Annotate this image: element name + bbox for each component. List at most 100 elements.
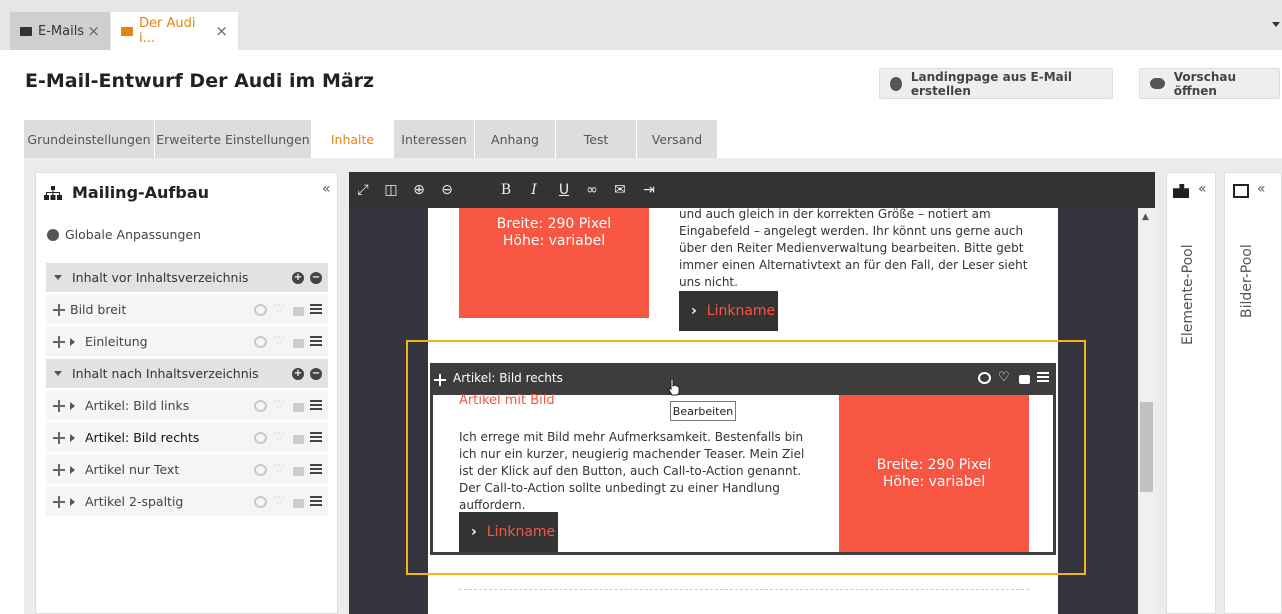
tree-item[interactable]: Artikel: Bild links ♡: [46, 391, 328, 420]
tab-versand[interactable]: Versand: [637, 120, 718, 158]
heart-icon[interactable]: ♡: [998, 371, 1012, 384]
section-row[interactable]: Inhalt vor Inhaltsverzeichnis + −: [46, 263, 328, 292]
heart-icon[interactable]: ♡: [273, 463, 287, 476]
list-indent-icon[interactable]: [1037, 372, 1049, 384]
heart-icon[interactable]: ♡: [273, 431, 287, 444]
columns-icon[interactable]: ◫: [382, 180, 400, 200]
unlock-icon[interactable]: [293, 466, 304, 476]
caret-down-icon[interactable]: [54, 371, 62, 376]
caret-down-icon[interactable]: [1272, 22, 1280, 27]
open-preview-button[interactable]: Vorschau öffnen: [1139, 68, 1280, 99]
move-icon[interactable]: [52, 463, 66, 477]
remove-icon[interactable]: −: [310, 271, 322, 284]
article-heading: Artikel mit Bild: [459, 393, 555, 408]
unlock-icon[interactable]: [293, 306, 304, 316]
list-indent-icon[interactable]: [310, 495, 322, 508]
tab-test[interactable]: Test: [556, 120, 637, 158]
list-indent-icon[interactable]: [310, 399, 322, 412]
caret-right-icon[interactable]: [70, 433, 75, 442]
zoom-out-icon[interactable]: ⊖: [438, 180, 456, 200]
global-adjustments-label: Globale Anpassungen: [65, 227, 202, 242]
list-indent-icon[interactable]: [310, 303, 322, 316]
tree-item[interactable]: Einleitung ♡: [46, 327, 328, 356]
tree-item[interactable]: Bild breit ♡: [46, 295, 328, 324]
tab-interessen[interactable]: Interessen: [394, 120, 475, 158]
caret-right-icon[interactable]: [70, 465, 75, 474]
underline-button[interactable]: U: [555, 180, 573, 200]
tree-item-label: Bild breit: [70, 302, 127, 317]
target-icon[interactable]: [254, 335, 267, 348]
tree-item[interactable]: Artikel: Bild rechts ♡: [46, 423, 328, 452]
target-icon[interactable]: [254, 399, 267, 412]
fullscreen-icon[interactable]: ⤢: [354, 180, 372, 200]
unlock-icon[interactable]: [1019, 375, 1030, 384]
unlock-icon[interactable]: [293, 498, 304, 508]
move-icon[interactable]: [52, 431, 66, 445]
collapse-icon[interactable]: «: [1257, 181, 1266, 197]
caret-right-icon[interactable]: [70, 337, 75, 346]
open-preview-label: Vorschau öffnen: [1173, 69, 1236, 98]
panel-title: Mailing-Aufbau: [72, 183, 210, 202]
window-tab-emails[interactable]: E-Mails ×: [10, 12, 110, 50]
unlock-icon[interactable]: [293, 338, 304, 348]
tree-item[interactable]: Artikel 2-spaltig ♡: [46, 487, 328, 516]
collapse-icon[interactable]: «: [1198, 181, 1207, 197]
images-pool-panel[interactable]: [1224, 172, 1282, 614]
move-icon[interactable]: [52, 335, 66, 349]
target-icon[interactable]: [254, 303, 267, 316]
scroll-up-icon[interactable]: ▲: [1142, 212, 1149, 222]
sitemap-icon: [44, 186, 62, 200]
window-tab-label: E-Mails: [38, 23, 85, 39]
tree-item-label: Einleitung: [85, 334, 148, 349]
cta-link-button[interactable]: › Linkname: [679, 291, 778, 331]
unlock-icon[interactable]: [293, 402, 304, 412]
create-landingpage-button[interactable]: Landingpage aus E-Mail erstellen: [879, 68, 1113, 99]
tab-anhang[interactable]: Anhang: [475, 120, 556, 158]
global-adjustments-link[interactable]: Globale Anpassungen: [47, 227, 201, 242]
image-placeholder[interactable]: Breite: 290 Pixel Höhe: variabel: [839, 395, 1029, 552]
heart-icon[interactable]: ♡: [273, 335, 287, 348]
unlock-icon[interactable]: [293, 434, 304, 444]
heart-icon[interactable]: ♡: [273, 303, 287, 316]
elements-pool-panel[interactable]: [1166, 172, 1216, 614]
tab-inhalte[interactable]: Inhalte: [312, 120, 394, 158]
target-icon[interactable]: [254, 495, 267, 508]
list-indent-icon[interactable]: [310, 463, 322, 476]
cta-link-button[interactable]: › Linkname: [459, 512, 558, 552]
bold-button[interactable]: B: [497, 180, 515, 200]
add-icon[interactable]: +: [292, 271, 304, 284]
remove-icon[interactable]: −: [310, 367, 322, 380]
target-icon[interactable]: [978, 372, 991, 384]
caret-right-icon[interactable]: [70, 401, 75, 410]
add-icon[interactable]: +: [292, 367, 304, 380]
move-icon[interactable]: [52, 495, 66, 509]
italic-button[interactable]: I: [525, 180, 543, 200]
target-icon[interactable]: [254, 463, 267, 476]
tab-erweiterte-einstellungen[interactable]: Erweiterte Einstellungen: [155, 120, 312, 158]
insert-file-icon[interactable]: ⇥: [640, 180, 658, 200]
collapse-icon[interactable]: «: [322, 181, 331, 197]
section-row[interactable]: Inhalt nach Inhaltsverzeichnis + −: [46, 359, 328, 388]
move-icon[interactable]: [52, 399, 66, 413]
target-icon[interactable]: [254, 431, 267, 444]
cta-link-label: Linkname: [486, 524, 556, 540]
zoom-in-icon[interactable]: ⊕: [410, 180, 428, 200]
envelope-icon[interactable]: ✉: [611, 180, 629, 200]
tree-item-label: Artikel 2-spaltig: [85, 494, 184, 509]
window-tab-audi[interactable]: Der Audi i... ×: [111, 12, 238, 50]
caret-down-icon[interactable]: [54, 275, 62, 280]
close-icon[interactable]: ×: [87, 22, 100, 40]
scrollbar-thumb[interactable]: [1140, 402, 1153, 492]
move-icon[interactable]: [52, 303, 66, 317]
list-indent-icon[interactable]: [310, 431, 322, 444]
move-icon[interactable]: [433, 373, 447, 387]
tree-item[interactable]: Artikel nur Text ♡: [46, 455, 328, 484]
image-placeholder[interactable]: Breite: 290 Pixel Höhe: variabel: [459, 208, 649, 318]
tab-grundeinstellungen[interactable]: Grundeinstellungen: [24, 120, 155, 158]
caret-right-icon[interactable]: [70, 497, 75, 506]
close-icon[interactable]: ×: [215, 22, 228, 40]
heart-icon[interactable]: ♡: [273, 399, 287, 412]
list-indent-icon[interactable]: [310, 335, 322, 348]
heart-icon[interactable]: ♡: [273, 495, 287, 508]
link-icon[interactable]: ∞: [583, 180, 601, 200]
